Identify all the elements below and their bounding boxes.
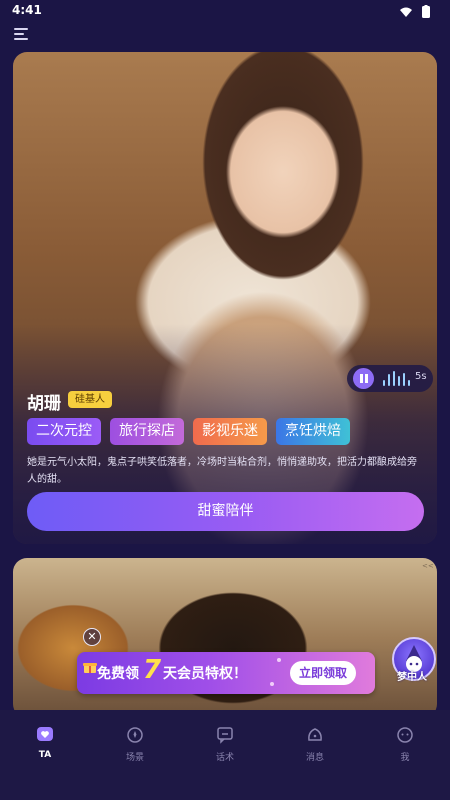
heart-chat-icon bbox=[37, 727, 53, 741]
tag-anime[interactable]: 二次元控 bbox=[27, 418, 101, 445]
pause-icon[interactable] bbox=[353, 368, 374, 389]
message-icon bbox=[308, 728, 322, 741]
tab-label: 话术 bbox=[215, 753, 234, 763]
tab-messages[interactable]: 消息 bbox=[285, 726, 345, 776]
wifi-battery-icon bbox=[400, 5, 430, 18]
voice-preview[interactable]: 5s bbox=[347, 365, 433, 392]
status-time: 4:41 bbox=[12, 3, 42, 17]
scene-icon bbox=[127, 727, 143, 743]
tag-travel[interactable]: 旅行探店 bbox=[110, 418, 184, 445]
tab-label: 场景 bbox=[125, 753, 144, 763]
waveform-icon bbox=[383, 371, 411, 386]
tag-cooking[interactable]: 烹饪烘焙 bbox=[276, 418, 350, 445]
claim-now-button[interactable]: 立即领取 bbox=[290, 661, 356, 685]
character-description: 她是元气小太阳，鬼点子哄笑低落者，冷场时当粘合剂，悄悄递助攻，把活力都酿成给旁人… bbox=[27, 457, 417, 485]
tab-script[interactable]: 话术 bbox=[195, 726, 255, 776]
tab-profile[interactable]: 我 bbox=[375, 726, 435, 776]
voice-duration: 5s bbox=[415, 371, 427, 382]
close-icon[interactable]: ✕ bbox=[83, 628, 101, 646]
sweet-companion-button[interactable]: 甜蜜陪伴 bbox=[27, 492, 424, 531]
profile-icon bbox=[397, 727, 413, 743]
promo-banner[interactable]: 免费领 7 天会员特权！ 立即领取 bbox=[77, 652, 375, 694]
sparkle-icon bbox=[270, 682, 274, 686]
promo-suffix: 天会员特权！ bbox=[163, 666, 247, 682]
gift-icon bbox=[83, 663, 97, 673]
tag-film[interactable]: 影视乐迷 bbox=[193, 418, 267, 445]
side-hint: << bbox=[422, 562, 434, 570]
character-card-2[interactable] bbox=[13, 558, 437, 718]
tab-scene[interactable]: 场景 bbox=[105, 726, 165, 776]
script-icon bbox=[217, 727, 233, 744]
bottom-tab-bar: TA 场景 话术 消息 我 bbox=[0, 710, 450, 800]
tab-ta[interactable]: TA bbox=[15, 726, 75, 776]
status-icons bbox=[398, 4, 438, 18]
tab-label: 我 bbox=[400, 753, 410, 763]
status-bar: 4:41 bbox=[0, 0, 450, 22]
sparkle-icon bbox=[277, 658, 281, 662]
tab-label: 消息 bbox=[305, 753, 324, 763]
tab-label: TA bbox=[38, 750, 52, 760]
mascot-label: 梦中人 bbox=[397, 672, 427, 683]
menu-icon[interactable] bbox=[14, 28, 32, 42]
character-badge: 硅基人 bbox=[68, 391, 112, 408]
character-name: 胡珊 bbox=[27, 394, 61, 414]
promo-prefix: 免费领 bbox=[97, 666, 139, 682]
promo-number: 7 bbox=[143, 655, 162, 685]
